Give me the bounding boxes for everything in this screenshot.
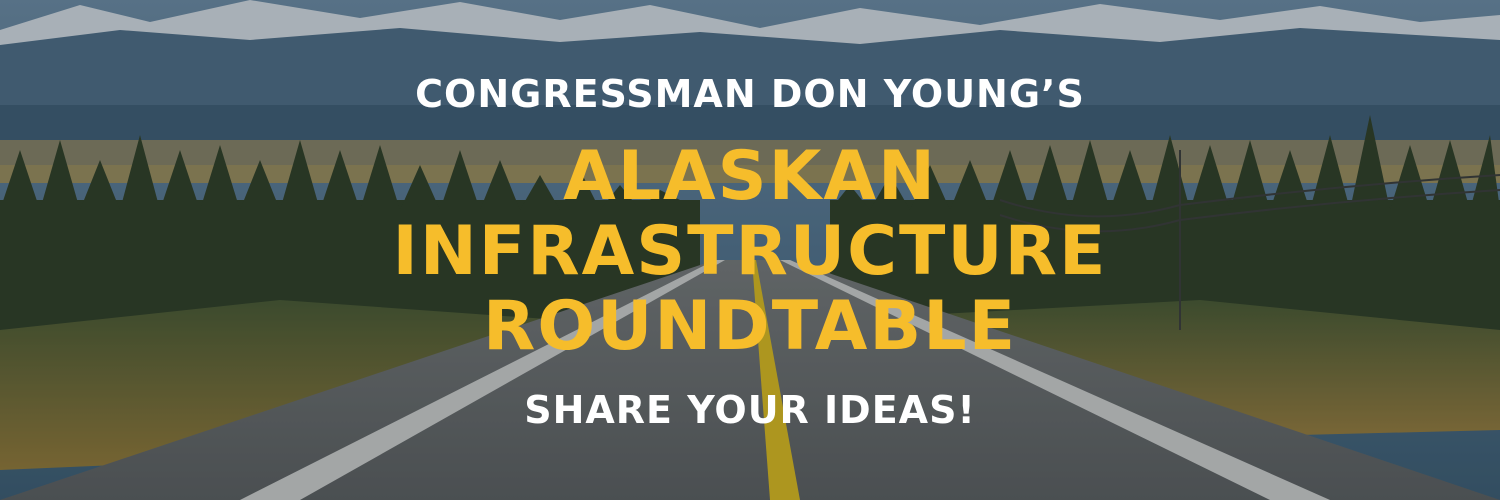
subtitle: Share your ideas! <box>524 388 976 432</box>
title-line-3: Roundtable <box>482 287 1018 366</box>
banner-text: Congressman Don Young’s Alaskan Infrastr… <box>0 0 1500 500</box>
banner: Congressman Don Young’s Alaskan Infrastr… <box>0 0 1500 500</box>
title-line-2: Infrastructure <box>392 212 1108 291</box>
title-line-1: Alaskan <box>563 137 937 216</box>
pretitle: Congressman Don Young’s <box>415 72 1085 116</box>
